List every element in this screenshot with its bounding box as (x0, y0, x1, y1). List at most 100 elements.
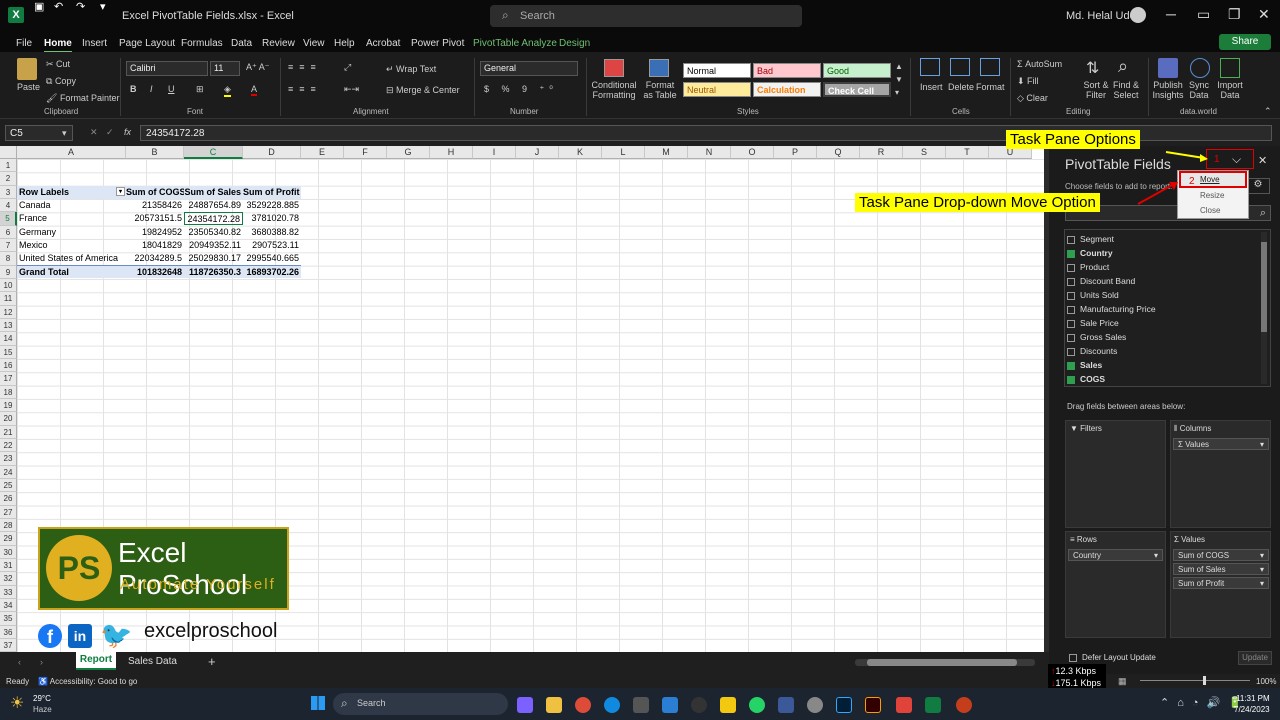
values-chip[interactable]: Sum of Profit ▾ (1173, 577, 1269, 589)
windows-start-icon[interactable] (311, 696, 325, 710)
pivot-cell[interactable]: 24887654.89 (184, 199, 243, 212)
format-button[interactable]: Format (976, 82, 1005, 92)
pivot-row-label[interactable]: Germany (19, 226, 126, 239)
pivot-row-label[interactable]: Canada (19, 199, 126, 212)
pivot-cell[interactable]: 3529228.885 (243, 199, 301, 212)
column-header[interactable]: P (774, 146, 817, 159)
row-header[interactable]: 9 (0, 265, 17, 279)
row-header[interactable]: 30 (0, 545, 17, 559)
pivot-cell[interactable]: 18041829 (126, 239, 184, 252)
checkbox-icon[interactable] (1067, 277, 1075, 286)
grand-total-cell[interactable]: 16893702.26 (243, 265, 301, 278)
avatar[interactable] (1130, 7, 1146, 23)
paste-icon[interactable] (17, 58, 37, 80)
close-window-icon[interactable]: ✕ (1258, 6, 1270, 23)
illustrator-icon[interactable] (865, 697, 881, 713)
pivot-row-label[interactable]: United States of America (19, 252, 126, 265)
tab-data[interactable]: Data (231, 38, 252, 49)
checkbox-icon[interactable] (1067, 319, 1075, 328)
name-box-dropdown-icon[interactable]: ▾ (62, 128, 67, 139)
field-item[interactable]: Units Sold (1067, 290, 1119, 300)
customize-quick-access-icon[interactable]: ▾ (100, 0, 106, 13)
row-header[interactable]: 15 (0, 345, 17, 359)
row-header[interactable]: 36 (0, 625, 17, 639)
search-input[interactable]: ⌕ Search (490, 5, 802, 27)
pivot-row-label[interactable]: Mexico (19, 239, 126, 252)
weather-temp[interactable]: 29°C (33, 694, 51, 703)
values-chip[interactable]: Sum of COGS ▾ (1173, 549, 1269, 561)
row-header[interactable]: 5 (0, 212, 17, 226)
collapse-ribbon-icon[interactable]: ⌃ (1264, 106, 1272, 117)
tab-page-layout[interactable]: Page Layout (119, 38, 175, 49)
pivot-cell[interactable]: 2995540.665 (243, 252, 301, 265)
tab-pivottable-analyze[interactable]: PivotTable Analyze (473, 38, 557, 49)
style-bad[interactable]: Bad (753, 63, 821, 78)
autosum-button[interactable]: Σ AutoSum (1017, 59, 1062, 69)
sync-data-button[interactable]: Sync Data (1186, 80, 1212, 100)
row-header[interactable]: 22 (0, 438, 17, 453)
row-header[interactable]: 13 (0, 318, 17, 333)
clear-button[interactable]: ◇ Clear (1017, 93, 1048, 104)
horizontal-scrollbar[interactable] (855, 659, 1035, 666)
merge-center-button[interactable]: ⊟ Merge & Center (386, 85, 460, 96)
pivot-cell[interactable]: 3680388.82 (243, 226, 301, 239)
photoshop-icon[interactable] (836, 697, 852, 713)
checked-checkbox-icon[interactable] (1067, 249, 1075, 258)
column-header[interactable]: E (301, 146, 344, 159)
checkbox-icon[interactable] (1067, 305, 1075, 314)
excel-taskbar-icon[interactable] (925, 697, 941, 713)
chrome-icon[interactable] (575, 697, 591, 713)
tab-power-pivot[interactable]: Power Pivot (411, 38, 464, 49)
checked-checkbox-icon[interactable] (1067, 375, 1075, 384)
row-header[interactable]: 19 (0, 398, 17, 413)
checkbox-icon[interactable] (1067, 263, 1075, 272)
tab-insert[interactable]: Insert (82, 38, 107, 49)
enter-formula-icon[interactable]: ✓ (106, 127, 114, 138)
taskbar-search[interactable]: ⌕ Search (333, 693, 508, 715)
powerbi-icon[interactable] (720, 697, 736, 713)
app-icon[interactable] (896, 697, 912, 713)
font-name-select[interactable]: Calibri (126, 61, 208, 76)
undo-icon[interactable]: ↶ (54, 0, 63, 13)
checkbox-icon[interactable] (1067, 347, 1075, 356)
share-button[interactable]: Share (1219, 34, 1271, 50)
pivot-cell[interactable]: 20949352.11 (184, 239, 243, 252)
row-header[interactable]: 14 (0, 332, 17, 346)
font-size-select[interactable]: 11 (210, 61, 240, 76)
bold-icon[interactable]: B (130, 84, 137, 94)
column-header[interactable]: D (243, 146, 301, 159)
format-painter-button[interactable]: 🖌 Format Painter (46, 93, 119, 104)
styles-gallery-scroll[interactable]: ▲ ▼ ▾ (895, 60, 903, 99)
row-header[interactable]: 24 (0, 465, 17, 479)
accessibility-status[interactable]: ♿ Accessibility: Good to go (38, 677, 137, 686)
number-format-icons[interactable]: $ % 9 ⁺⁰ (484, 84, 558, 95)
pivot-cell[interactable]: 25029830.17 (184, 252, 243, 265)
grand-total-label[interactable]: Grand Total (17, 265, 126, 278)
clock-date[interactable]: 7/24/2023 (1234, 705, 1270, 714)
pivot-cell[interactable]: 23505340.82 (184, 226, 243, 239)
tab-file[interactable]: File (16, 38, 32, 49)
column-header[interactable]: C (184, 146, 243, 159)
row-header[interactable]: 21 (0, 425, 17, 439)
app-icon[interactable] (807, 697, 823, 713)
row-header[interactable]: 33 (0, 585, 17, 599)
row-header[interactable]: 11 (0, 292, 17, 306)
checkbox-icon[interactable] (1067, 291, 1075, 300)
vscode-icon[interactable] (662, 697, 678, 713)
edge-icon[interactable] (604, 697, 620, 713)
row-header[interactable]: 1 (0, 159, 17, 173)
filters-area[interactable] (1065, 420, 1166, 528)
active-cell[interactable]: 24354172.28 (184, 212, 243, 225)
conditional-formatting-button[interactable]: Conditional Formatting (589, 80, 639, 100)
field-item[interactable]: Gross Sales (1067, 332, 1126, 342)
field-item[interactable]: Sale Price (1067, 318, 1119, 328)
pivot-cell[interactable]: 19824952 (126, 226, 184, 239)
copy-button[interactable]: ⧉ Copy (46, 76, 76, 87)
rows-area[interactable] (1065, 531, 1166, 638)
pivot-cell[interactable]: 3781020.78 (243, 212, 301, 225)
row-header[interactable]: 18 (0, 385, 17, 399)
pivot-cell[interactable]: 22034289.5 (126, 252, 184, 265)
delete-button[interactable]: Delete (948, 82, 974, 92)
row-header[interactable]: 26 (0, 492, 17, 506)
publish-insights-button[interactable]: Publish Insights (1152, 80, 1184, 100)
